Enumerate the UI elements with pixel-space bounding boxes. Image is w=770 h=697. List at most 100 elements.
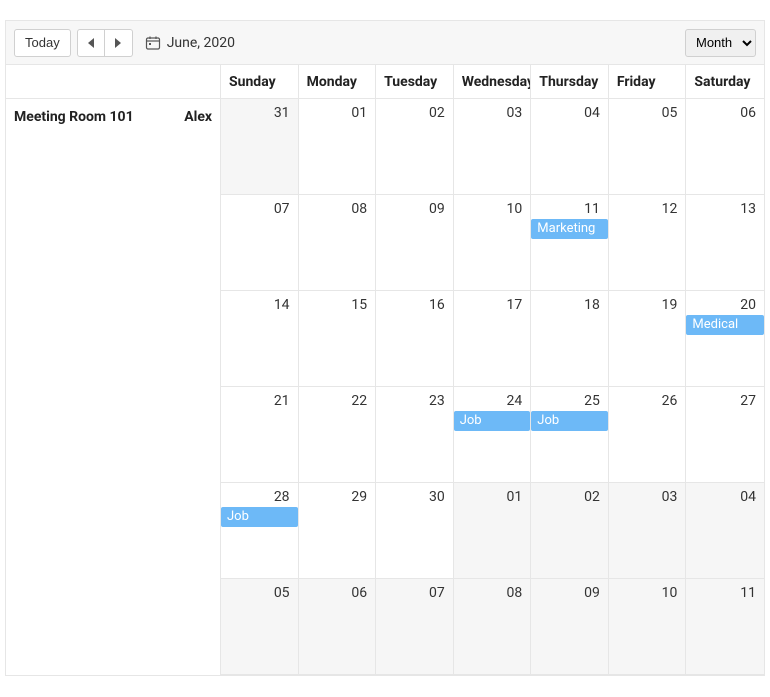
day-cell[interactable]: 09: [531, 579, 609, 674]
day-cell[interactable]: 06: [299, 579, 377, 674]
date-label: 04: [690, 489, 756, 505]
view-select[interactable]: Month: [685, 29, 756, 57]
day-cell[interactable]: 02: [376, 99, 454, 194]
date-label: 20: [690, 297, 756, 313]
day-cell[interactable]: 31: [221, 99, 299, 194]
date-label: 18: [535, 297, 600, 313]
date-label: 06: [690, 105, 756, 121]
date-label: 05: [613, 105, 678, 121]
period-label: June, 2020: [167, 35, 235, 51]
date-label: 17: [458, 297, 523, 313]
day-cell[interactable]: 10: [609, 579, 687, 674]
event-chip[interactable]: Marketing: [531, 219, 608, 239]
day-header-friday: Friday: [609, 65, 687, 98]
week-row: 07 08 09 10 11Marketing1213: [221, 195, 764, 291]
day-cell[interactable]: 27: [686, 387, 764, 482]
date-label: 25: [535, 393, 600, 409]
day-cell[interactable]: 17: [454, 291, 532, 386]
day-cell[interactable]: 16: [376, 291, 454, 386]
date-label: 22: [303, 393, 368, 409]
week-row: 31 0102 03 0405 06: [221, 99, 764, 195]
day-cell[interactable]: 20 Medical: [686, 291, 764, 386]
day-cell[interactable]: 24 Job: [454, 387, 532, 482]
week-row: 14 151617 18 1920 Medical: [221, 291, 764, 387]
day-cell[interactable]: 03: [454, 99, 532, 194]
date-label: 10: [613, 585, 678, 601]
day-cell[interactable]: 12: [609, 195, 687, 290]
prev-button[interactable]: [77, 29, 105, 57]
nav-group: [77, 29, 133, 57]
toolbar: Today Ju: [6, 21, 764, 65]
day-cell[interactable]: 11Marketing: [531, 195, 609, 290]
event-chip[interactable]: Job: [531, 411, 608, 431]
day-cell[interactable]: 04: [686, 483, 764, 578]
day-cell[interactable]: 13: [686, 195, 764, 290]
date-label: 07: [225, 201, 290, 217]
day-cell[interactable]: 14: [221, 291, 299, 386]
day-cell[interactable]: 18: [531, 291, 609, 386]
date-label: 24: [458, 393, 523, 409]
resource-row: Meeting Room 101 Alex: [6, 99, 220, 135]
day-cell[interactable]: 25 Job: [531, 387, 609, 482]
date-label: 09: [380, 201, 445, 217]
day-cell[interactable]: 15: [299, 291, 377, 386]
day-cell[interactable]: 21: [221, 387, 299, 482]
date-label: 09: [535, 585, 600, 601]
resource-person-label: Alex: [184, 109, 212, 125]
day-cell[interactable]: 05: [609, 99, 687, 194]
week-row: 21222324Job25Job2627: [221, 387, 764, 483]
day-cell[interactable]: 10: [454, 195, 532, 290]
day-cell[interactable]: 08: [299, 195, 377, 290]
date-label: 21: [225, 393, 290, 409]
day-cell[interactable]: 02: [531, 483, 609, 578]
event-chip[interactable]: Medical: [686, 315, 764, 335]
day-cell[interactable]: 11: [686, 579, 764, 674]
event-chip[interactable]: Job: [221, 507, 298, 527]
date-label: 02: [535, 489, 600, 505]
today-button[interactable]: Today: [14, 29, 71, 57]
calendar-grid[interactable]: Sunday Monday Tuesday Wednesday Thursday…: [221, 65, 764, 675]
chevron-right-icon: [115, 38, 121, 48]
day-cell[interactable]: 19: [609, 291, 687, 386]
week-row: 05 06 0708 09 10 11: [221, 579, 764, 675]
day-cell[interactable]: 29: [299, 483, 377, 578]
day-header-thursday: Thursday: [531, 65, 609, 98]
day-cell[interactable]: 28 Job: [221, 483, 299, 578]
next-button[interactable]: [105, 29, 133, 57]
date-label: 05: [225, 585, 290, 601]
period-picker[interactable]: June, 2020: [145, 35, 235, 51]
resource-room-label: Meeting Room 101: [14, 109, 176, 125]
date-label: 08: [458, 585, 523, 601]
day-cell[interactable]: 30: [376, 483, 454, 578]
day-cell[interactable]: 09: [376, 195, 454, 290]
date-label: 02: [380, 105, 445, 121]
date-label: 26: [613, 393, 678, 409]
week-row: 28 Job293001 02 03 04: [221, 483, 764, 579]
scheduler-panel: Today Ju: [5, 20, 765, 676]
day-cell[interactable]: 08: [454, 579, 532, 674]
date-label: 14: [225, 297, 290, 313]
date-label: 03: [458, 105, 523, 121]
date-label: 31: [225, 105, 290, 121]
event-chip[interactable]: Job: [454, 411, 531, 431]
chevron-left-icon: [88, 38, 94, 48]
day-cell[interactable]: 06: [686, 99, 764, 194]
date-label: 01: [458, 489, 523, 505]
day-cell[interactable]: 01: [454, 483, 532, 578]
day-cell[interactable]: 07: [376, 579, 454, 674]
day-cell[interactable]: 26: [609, 387, 687, 482]
day-cell[interactable]: 05: [221, 579, 299, 674]
date-label: 23: [380, 393, 445, 409]
day-header-saturday: Saturday: [686, 65, 764, 98]
day-cell[interactable]: 23: [376, 387, 454, 482]
date-label: 28: [225, 489, 290, 505]
day-cell[interactable]: 01: [299, 99, 377, 194]
day-cell[interactable]: 03: [609, 483, 687, 578]
date-label: 03: [613, 489, 678, 505]
date-label: 08: [303, 201, 368, 217]
day-cell[interactable]: 22: [299, 387, 377, 482]
date-label: 06: [303, 585, 368, 601]
day-cell[interactable]: 04: [531, 99, 609, 194]
day-cell[interactable]: 07: [221, 195, 299, 290]
date-label: 10: [458, 201, 523, 217]
